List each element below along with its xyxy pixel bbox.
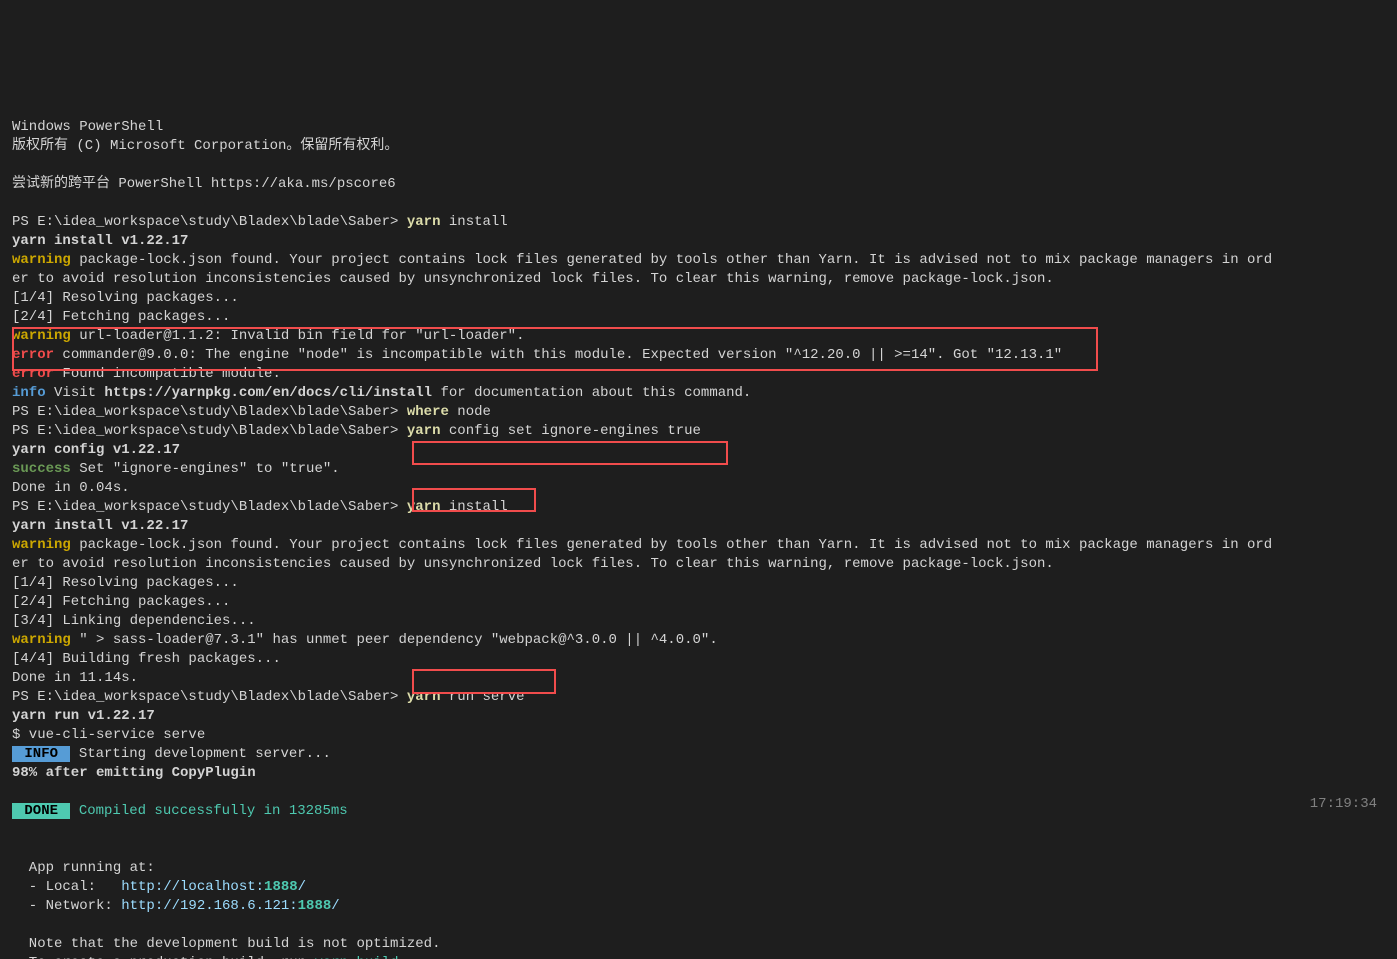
create-c: .	[398, 955, 406, 959]
ps-copyright: 版权所有 (C) Microsoft Corporation。保留所有权利。	[12, 138, 398, 154]
warn-pkglock-text-2: package-lock.json found. Your project co…	[12, 537, 1272, 572]
info-visit: Visit	[46, 385, 105, 401]
network-label: - Network:	[12, 898, 121, 914]
local-port: 1888	[264, 879, 298, 895]
info-url: https://yarnpkg.com/en/docs/cli/install	[104, 385, 432, 401]
highlight-box-config	[412, 441, 728, 465]
compiled-text: Compiled successfully in 13285ms	[70, 803, 347, 819]
step-resolve-1: [1/4] Resolving packages...	[12, 290, 239, 306]
yarn-config-header: yarn config v1.22.17	[12, 442, 180, 458]
cmd-rest-4: install	[440, 499, 507, 515]
local-url[interactable]: http://localhost:	[121, 879, 264, 895]
create-b: yarn build	[314, 955, 398, 959]
warn-sass-text: " > sass-loader@7.3.1" has unmet peer de…	[71, 632, 718, 648]
ps-title: Windows PowerShell	[12, 119, 163, 135]
error-incompat-key: error	[12, 366, 54, 382]
local-slash: /	[298, 879, 306, 895]
error-engine-key: error	[12, 347, 54, 363]
app-running: App running at:	[12, 860, 155, 876]
error-incompat-text: Found incompatible module.	[54, 366, 281, 382]
create-a: To create a production build, run	[12, 955, 314, 959]
warn-urlloader-key: warning	[12, 328, 71, 344]
warn-pkglock-key-2: warning	[12, 537, 71, 553]
warn-sass-key: warning	[12, 632, 71, 648]
yarn-run-header: yarn run v1.22.17	[12, 708, 155, 724]
vue-cli-line: $ vue-cli-service serve	[12, 727, 205, 743]
cmd-yarn-4: yarn	[407, 499, 441, 515]
cmd-where: where	[407, 404, 449, 420]
prompt-1: PS E:\idea_workspace\study\Bladex\blade\…	[12, 214, 407, 230]
success-text: Set "ignore-engines" to "true".	[71, 461, 340, 477]
terminal-output[interactable]: Windows PowerShell 版权所有 (C) Microsoft Co…	[0, 95, 1397, 959]
cmd-yarn-3: yarn	[407, 423, 441, 439]
yarn-install-header-1: yarn install v1.22.17	[12, 233, 188, 249]
yarn-install-header-2: yarn install v1.22.17	[12, 518, 188, 534]
note-line: Note that the development build is not o…	[12, 936, 440, 952]
info-tail: for documentation about this command.	[432, 385, 751, 401]
info-key: info	[12, 385, 46, 401]
step-build: [4/4] Building fresh packages...	[12, 651, 281, 667]
cmd-yarn-1: yarn	[407, 214, 441, 230]
done-1: Done in 0.04s.	[12, 480, 130, 496]
prompt-3: PS E:\idea_workspace\study\Bladex\blade\…	[12, 423, 407, 439]
emit-progress: 98% after emitting CopyPlugin	[12, 765, 256, 781]
cmd-rest-1: install	[440, 214, 507, 230]
network-port: 1888	[298, 898, 332, 914]
step-link: [3/4] Linking dependencies...	[12, 613, 256, 629]
starting-dev: Starting development server...	[70, 746, 330, 762]
prompt-5: PS E:\idea_workspace\study\Bladex\blade\…	[12, 689, 407, 705]
warn-urlloader-text: url-loader@1.1.2: Invalid bin field for …	[71, 328, 525, 344]
step-fetch-1: [2/4] Fetching packages...	[12, 309, 230, 325]
prompt-4: PS E:\idea_workspace\study\Bladex\blade\…	[12, 499, 407, 515]
cmd-rest-3: config set ignore-engines true	[440, 423, 700, 439]
cmd-rest-5: run serve	[440, 689, 524, 705]
step-resolve-2: [1/4] Resolving packages...	[12, 575, 239, 591]
prompt-2: PS E:\idea_workspace\study\Bladex\blade\…	[12, 404, 407, 420]
warn-pkglock-key-1: warning	[12, 252, 71, 268]
cmd-where-arg: node	[449, 404, 491, 420]
step-fetch-2: [2/4] Fetching packages...	[12, 594, 230, 610]
error-engine-text: commander@9.0.0: The engine "node" is in…	[54, 347, 1062, 363]
done-2: Done in 11.14s.	[12, 670, 138, 686]
network-url[interactable]: http://192.168.6.121:	[121, 898, 297, 914]
compile-time: 17:19:34	[1310, 795, 1377, 814]
info-badge: INFO	[12, 746, 70, 762]
done-badge: DONE	[12, 803, 70, 819]
network-slash: /	[331, 898, 339, 914]
cmd-yarn-5: yarn	[407, 689, 441, 705]
ps-pscore: 尝试新的跨平台 PowerShell https://aka.ms/pscore…	[12, 176, 396, 192]
success-key: success	[12, 461, 71, 477]
warn-pkglock-text-1: package-lock.json found. Your project co…	[12, 252, 1272, 287]
local-label: - Local:	[12, 879, 121, 895]
